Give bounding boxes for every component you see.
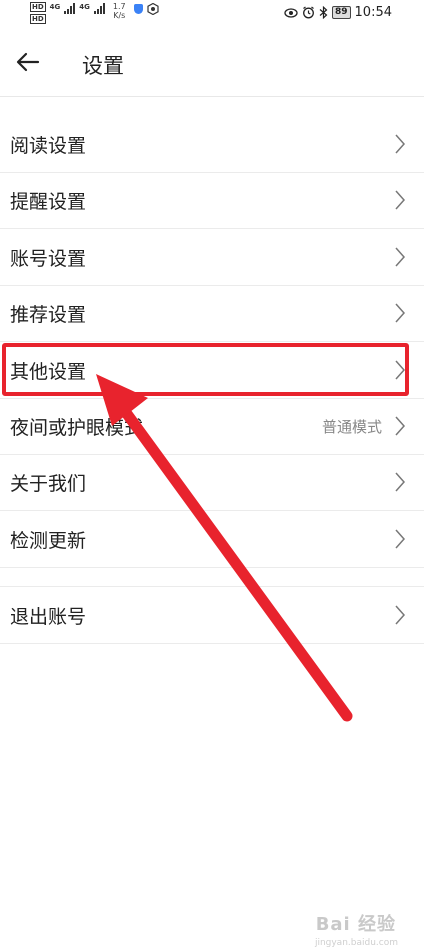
chevron-right-icon	[395, 529, 406, 549]
chevron-right-icon	[395, 247, 406, 267]
settings-item-label: 夜间或护眼模式	[10, 417, 144, 439]
signal-icon	[93, 2, 105, 14]
signal-icon	[64, 2, 76, 14]
top-bar: 设置	[0, 26, 424, 97]
status-bar: HD HD 4G 4G 1.7 K/s 89 10:54	[0, 0, 424, 26]
hd-indicators: HD HD	[30, 2, 46, 24]
chevron-right-icon	[395, 134, 406, 154]
settings-item-reading[interactable]: 阅读设置	[0, 116, 424, 173]
watermark-url: jingyan.baidu.com	[314, 938, 398, 948]
hexagon-app-icon	[147, 3, 159, 15]
settings-item-about[interactable]: 关于我们	[0, 454, 424, 511]
eye-icon	[284, 7, 298, 18]
chevron-right-icon	[395, 190, 406, 210]
clock: 10:54	[354, 5, 392, 20]
settings-item-label: 检测更新	[10, 530, 87, 552]
hd-icon: HD	[30, 14, 46, 24]
back-arrow-icon[interactable]	[14, 48, 42, 76]
chevron-right-icon	[395, 303, 406, 323]
alarm-icon	[303, 6, 314, 19]
network-speed-unit: K/s	[113, 11, 126, 20]
network-speed: 1.7 K/s	[113, 2, 126, 20]
4g-icon: 4G	[49, 3, 61, 11]
chevron-right-icon	[395, 472, 406, 492]
4g-icon: 4G	[79, 3, 90, 11]
settings-item-check-update[interactable]: 检测更新	[0, 511, 424, 568]
settings-item-label: 阅读设置	[10, 135, 87, 157]
settings-item-night-mode[interactable]: 夜间或护眼模式 普通模式	[0, 398, 424, 455]
status-left: HD HD 4G 4G 1.7 K/s	[30, 2, 159, 24]
settings-item-reminder[interactable]: 提醒设置	[0, 172, 424, 229]
shield-icon	[133, 4, 143, 14]
chevron-right-icon	[395, 605, 406, 625]
logout-item[interactable]: 退出账号	[0, 586, 424, 644]
watermark-logo: Bai 经验	[315, 914, 396, 935]
night-mode-value: 普通模式	[321, 418, 382, 436]
bluetooth-icon	[319, 6, 328, 19]
battery-icon: 89	[332, 6, 351, 19]
settings-item-label: 账号设置	[10, 248, 87, 270]
page-title: 设置	[82, 54, 124, 78]
settings-item-label: 关于我们	[10, 473, 87, 495]
status-right: 89 10:54	[284, 5, 392, 20]
network-speed-value: 1.7	[112, 2, 126, 11]
settings-item-label: 退出账号	[10, 606, 87, 628]
settings-item-label: 提醒设置	[10, 191, 87, 213]
settings-item-label: 推荐设置	[10, 304, 87, 326]
chevron-right-icon	[395, 416, 406, 436]
settings-item-recommend[interactable]: 推荐设置	[0, 285, 424, 342]
hd-icon: HD	[30, 2, 46, 12]
highlight-box	[2, 343, 409, 396]
settings-item-account[interactable]: 账号设置	[0, 229, 424, 286]
